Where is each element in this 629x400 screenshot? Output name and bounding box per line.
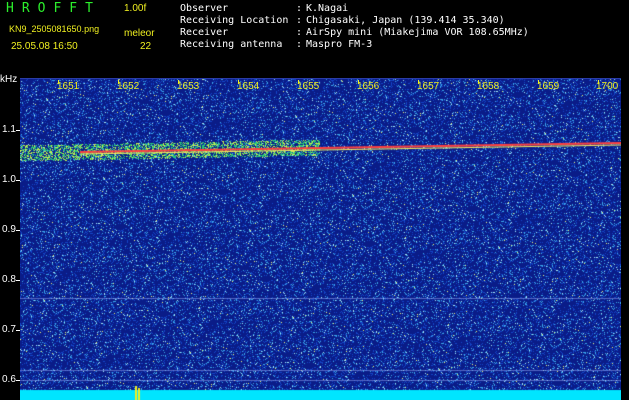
info-separator: :	[296, 3, 303, 14]
x-tick-label: 1658	[477, 81, 500, 92]
y-tick-label: 0.6	[2, 374, 16, 385]
receiver-value: AirSpy mini (Miakejima VOR 108.65MHz)	[306, 27, 529, 38]
antenna-label: Receiving antenna	[180, 39, 283, 50]
y-tick-label: 1.1	[2, 124, 16, 135]
capture-datetime: 25.05.08 16:50	[11, 41, 78, 52]
hrofft-window: HROFFT 1.00f KN9_2505081650.png meleor 2…	[0, 0, 629, 400]
x-tick-label: 1656	[357, 81, 380, 92]
observer-value: K.Nagai	[306, 3, 349, 14]
x-tick-label: 1652	[117, 81, 140, 92]
y-tick-label: 0.7	[2, 324, 16, 335]
meleor-label: meleor	[124, 28, 155, 39]
meteor-count: 22	[140, 41, 152, 52]
x-tick-label: 1653	[177, 81, 200, 92]
spectrogram-canvas	[20, 78, 621, 400]
x-tick-label: 1654	[237, 81, 260, 92]
info-separator: :	[296, 39, 303, 50]
x-tick-label: 1700	[596, 81, 619, 92]
observer-label: Observer	[180, 3, 229, 14]
file-name: KN9_2505081650.png	[9, 24, 100, 34]
location-label: Receiving Location	[180, 15, 289, 26]
info-separator: :	[296, 27, 303, 38]
y-axis-unit: kHz	[0, 74, 18, 85]
antenna-value: Maspro FM-3	[306, 39, 373, 50]
x-tick-label: 1657	[417, 81, 440, 92]
x-tick-label: 1651	[57, 81, 80, 92]
x-tick-label: 1655	[297, 81, 320, 92]
x-tick-label: 1659	[537, 81, 560, 92]
y-tick-label: 0.8	[2, 274, 16, 285]
spectrogram-plot	[20, 78, 621, 400]
app-version: 1.00f	[124, 3, 147, 14]
location-value: Chigasaki, Japan (139.414 35.340)	[306, 15, 505, 26]
receiver-label: Receiver	[180, 27, 229, 38]
y-tick-label: 0.9	[2, 224, 16, 235]
y-tick-label: 1.0	[2, 174, 16, 185]
plot-top-border	[20, 78, 621, 79]
info-separator: :	[296, 15, 303, 26]
app-logo: HROFFT	[6, 1, 101, 16]
